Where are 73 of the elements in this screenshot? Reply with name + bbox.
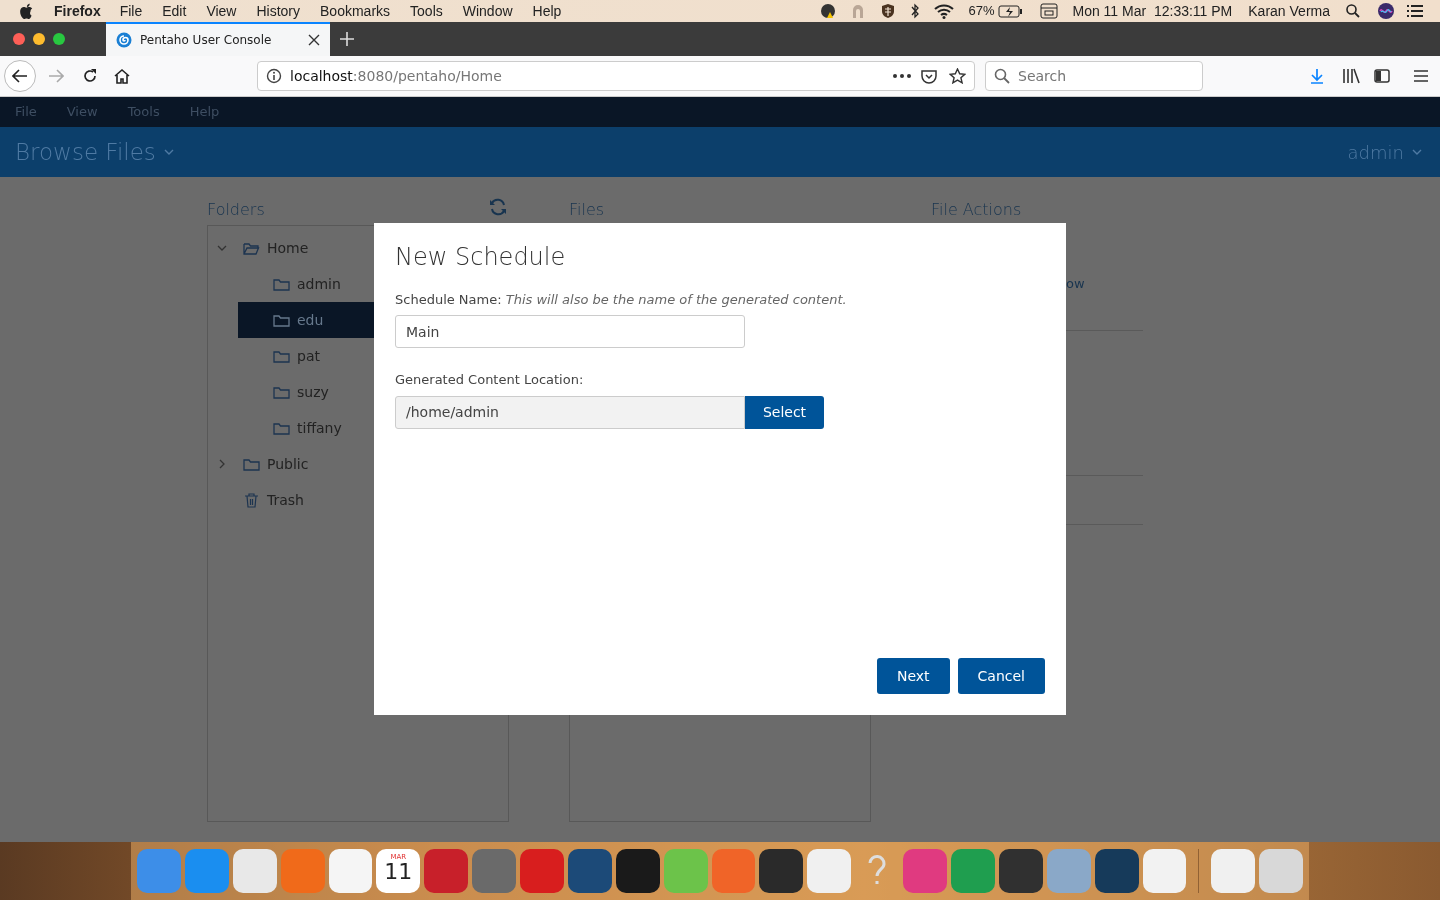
- cancel-button[interactable]: Cancel: [957, 658, 1045, 694]
- siri-icon[interactable]: [1378, 3, 1394, 19]
- minimize-window-button[interactable]: [33, 33, 45, 45]
- menu-item[interactable]: Edit: [162, 0, 187, 22]
- search-field[interactable]: Search: [985, 61, 1203, 91]
- menu-item[interactable]: Bookmarks: [320, 0, 391, 22]
- status-icon[interactable]: [820, 3, 837, 19]
- chevron-down-icon[interactable]: [217, 243, 227, 253]
- battery-charging-icon[interactable]: [998, 4, 1023, 18]
- folder-icon: [273, 420, 290, 436]
- field-label: Generated Content Location:: [395, 371, 585, 390]
- menu-item[interactable]: Window: [462, 0, 513, 22]
- folder-icon: [243, 456, 260, 472]
- download-icon[interactable]: [1310, 68, 1324, 84]
- menu-item[interactable]: Tools: [410, 0, 443, 22]
- caret-icon: [163, 149, 174, 155]
- list-icon[interactable]: [1406, 4, 1424, 18]
- search-icon[interactable]: [1346, 4, 1360, 18]
- select-button[interactable]: Select: [745, 395, 824, 429]
- back-button[interactable]: [4, 60, 36, 92]
- app-icon[interactable]: [567, 849, 612, 893]
- user-name[interactable]: Karan Verma: [1248, 0, 1330, 22]
- caret-icon: [1412, 149, 1422, 155]
- open-folder-icon: [243, 240, 260, 256]
- panel-title: Folders: [207, 199, 265, 221]
- back-arrow-icon: [12, 69, 28, 83]
- library-icon[interactable]: [1342, 68, 1360, 84]
- browser-tab[interactable]: Pentaho User Console: [106, 22, 330, 56]
- input-field[interactable]: /home/admin: [395, 395, 745, 429]
- shield-icon[interactable]: [880, 3, 897, 19]
- reload-icon[interactable]: [82, 68, 98, 84]
- bluetooth-icon[interactable]: [910, 3, 921, 19]
- new-tab-icon[interactable]: [340, 32, 354, 46]
- folder-icon: [273, 384, 290, 400]
- chevron-right-icon[interactable]: [217, 459, 227, 469]
- menu-item[interactable]: Help: [532, 0, 562, 22]
- close-icon[interactable]: [308, 34, 320, 46]
- battery-percentage: 67%: [968, 2, 995, 21]
- close-window-button[interactable]: [13, 33, 25, 45]
- home-icon[interactable]: [114, 68, 130, 84]
- tab-title: Pentaho User Console: [140, 32, 273, 49]
- app-icon[interactable]: [1094, 849, 1139, 893]
- panel-title: Files: [569, 200, 605, 219]
- input-field[interactable]: Main: [395, 315, 745, 349]
- dialog-title: New Schedule: [395, 243, 567, 272]
- sidebar-icon[interactable]: [1374, 69, 1390, 83]
- app-icon[interactable]: [759, 849, 804, 893]
- app-icon[interactable]: [998, 849, 1043, 893]
- pocket-icon[interactable]: [921, 68, 937, 84]
- date-time: Mon 11 Mar 12:33:11 PM: [1072, 1, 1233, 21]
- wifi-icon[interactable]: [934, 3, 955, 19]
- info-icon[interactable]: [266, 68, 282, 84]
- menu-item[interactable]: View: [206, 0, 237, 22]
- spiral-icon: [116, 32, 132, 48]
- folder-icon: [273, 276, 290, 292]
- zoom-window-button[interactable]: [53, 33, 65, 45]
- trash-icon: [243, 492, 260, 508]
- next-button[interactable]: Next: [876, 658, 950, 694]
- menu-icon[interactable]: [1414, 70, 1428, 82]
- url-text: localhost:8080/pentaho/Home: [290, 66, 503, 86]
- apple-icon[interactable]: [20, 3, 34, 19]
- bookmark-star-icon[interactable]: [949, 68, 966, 84]
- menu-item[interactable]: History: [256, 0, 301, 22]
- folder-icon: [273, 312, 290, 328]
- more-icon[interactable]: [893, 74, 911, 78]
- panel-title: File Actions: [931, 200, 1022, 219]
- menu-item[interactable]: File: [119, 0, 143, 22]
- refresh-icon[interactable]: [489, 198, 507, 216]
- app-menu[interactable]: Firefox: [54, 0, 101, 22]
- folder-icon: [273, 348, 290, 364]
- app-icon[interactable]: [615, 849, 660, 893]
- search-icon: [994, 68, 1010, 84]
- address-bar[interactable]: localhost:8080/pentaho/Home: [257, 61, 975, 91]
